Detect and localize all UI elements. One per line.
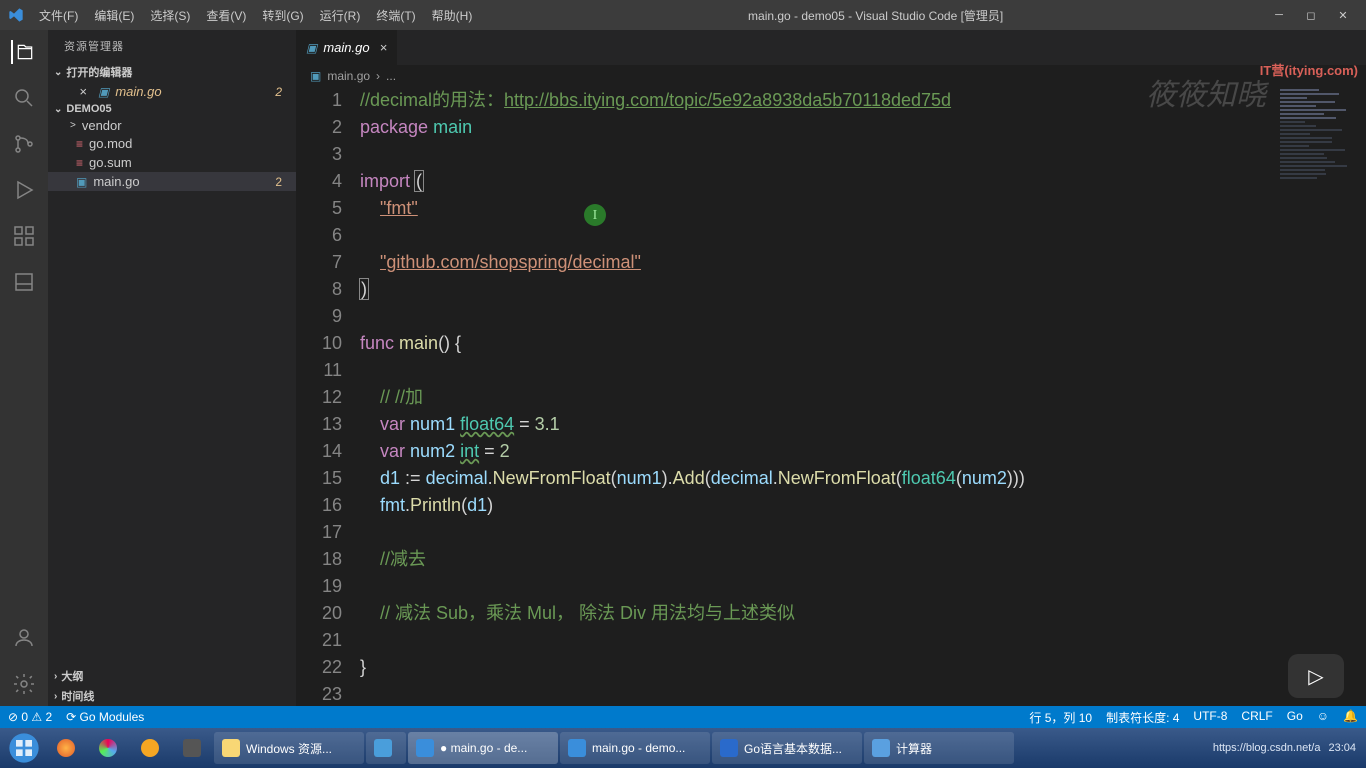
status-item[interactable]: 制表符长度: 4 bbox=[1106, 709, 1179, 726]
file-item[interactable]: ▣main.go2 bbox=[48, 172, 296, 191]
breadcrumb[interactable]: ▣ main.go › ... bbox=[296, 65, 1366, 87]
editor-area: ▣ main.go × ▣ main.go › ... 123456789101… bbox=[296, 30, 1366, 706]
status-item[interactable]: ⟳ Go Modules bbox=[66, 710, 144, 724]
taskbar-app[interactable]: main.go - demo... bbox=[560, 732, 710, 764]
source-control-icon[interactable] bbox=[12, 132, 36, 156]
folder-item[interactable]: >vendor bbox=[48, 117, 296, 134]
bilibili-play-icon[interactable] bbox=[1288, 654, 1344, 698]
menu-bar: 文件(F)编辑(E)选择(S)查看(V)转到(G)运行(R)终端(T)帮助(H) bbox=[32, 3, 479, 28]
minimize-button[interactable]: ─ bbox=[1272, 9, 1286, 22]
taskbar-app-icon[interactable] bbox=[172, 732, 212, 764]
menu-item[interactable]: 帮助(H) bbox=[425, 3, 480, 28]
taskbar-app[interactable] bbox=[366, 732, 406, 764]
start-button[interactable] bbox=[4, 732, 44, 764]
code-editor[interactable]: 1234567891011121314151617181920212223 //… bbox=[296, 87, 1366, 706]
app-icon bbox=[872, 739, 890, 757]
menu-item[interactable]: 文件(F) bbox=[32, 3, 85, 28]
vscode-logo-icon bbox=[8, 7, 24, 23]
close-button[interactable]: ✕ bbox=[1336, 9, 1350, 22]
file-icon: ≡ bbox=[76, 137, 83, 151]
status-bar: ⊘ 0 ⚠ 2 ⟳ Go Modules 行 5，列 10 制表符长度: 4 UTF-… bbox=[0, 706, 1366, 728]
menu-item[interactable]: 转到(G) bbox=[255, 3, 310, 28]
menu-item[interactable]: 查看(V) bbox=[199, 3, 253, 28]
project-header[interactable]: ⌄DEMO05 bbox=[48, 101, 296, 117]
status-item[interactable]: 🔔 bbox=[1343, 709, 1358, 726]
menu-item[interactable]: 选择(S) bbox=[143, 3, 197, 28]
windows-taskbar: Windows 资源... ● main.go - de...main.go - … bbox=[0, 728, 1366, 768]
window-title: main.go - demo05 - Visual Studio Code [管… bbox=[479, 7, 1272, 24]
go-file-icon: ▣ bbox=[306, 41, 317, 55]
menu-item[interactable]: 终端(T) bbox=[369, 3, 422, 28]
tab-label: main.go bbox=[323, 40, 369, 55]
taskbar-app[interactable]: Windows 资源... bbox=[214, 732, 364, 764]
run-debug-icon[interactable] bbox=[12, 178, 36, 202]
settings-gear-icon[interactable] bbox=[12, 672, 36, 696]
open-editors-header[interactable]: ⌄打开的编辑器 bbox=[48, 62, 296, 82]
sidebar-title: 资源管理器 bbox=[48, 30, 296, 62]
titlebar: 文件(F)编辑(E)选择(S)查看(V)转到(G)运行(R)终端(T)帮助(H)… bbox=[0, 0, 1366, 30]
outline-header[interactable]: ›大纲 bbox=[48, 666, 296, 686]
status-item[interactable]: 行 5，列 10 bbox=[1029, 709, 1092, 726]
taskbar-app[interactable]: 计算器 bbox=[864, 732, 1014, 764]
text-cursor-icon: I bbox=[584, 204, 606, 226]
app-icon bbox=[568, 739, 586, 757]
maximize-button[interactable]: ◻ bbox=[1304, 9, 1318, 22]
tab-close-icon[interactable]: × bbox=[380, 40, 388, 55]
timeline-header[interactable]: ›时间线 bbox=[48, 686, 296, 706]
go-file-icon: ▣ bbox=[98, 85, 109, 99]
extensions-icon[interactable] bbox=[12, 224, 36, 248]
line-gutter: 1234567891011121314151617181920212223 bbox=[296, 87, 360, 706]
file-icon: ≡ bbox=[76, 156, 83, 170]
system-tray[interactable]: https://blog.csdn.net/a 23:04 bbox=[1213, 742, 1362, 754]
status-item[interactable]: ⊘ 0 ⚠ 2 bbox=[8, 710, 52, 724]
app-icon bbox=[222, 739, 240, 757]
taskbar-app-icon[interactable] bbox=[88, 732, 128, 764]
taskbar-app-icon[interactable] bbox=[130, 732, 170, 764]
explorer-icon[interactable] bbox=[11, 40, 35, 64]
status-item[interactable]: Go bbox=[1287, 709, 1303, 726]
minimap[interactable] bbox=[1276, 87, 1366, 706]
status-item[interactable]: UTF-8 bbox=[1193, 709, 1227, 726]
menu-item[interactable]: 运行(R) bbox=[313, 3, 368, 28]
editor-tabs: ▣ main.go × bbox=[296, 30, 1366, 65]
file-icon: ▣ bbox=[76, 175, 87, 189]
close-icon[interactable]: × bbox=[76, 84, 90, 99]
panel-icon[interactable] bbox=[12, 270, 36, 294]
app-icon bbox=[720, 739, 738, 757]
status-item[interactable]: CRLF bbox=[1241, 709, 1272, 726]
taskbar-app[interactable]: ● main.go - de... bbox=[408, 732, 558, 764]
taskbar-app[interactable]: Go语言基本数据... bbox=[712, 732, 862, 764]
taskbar-firefox-icon[interactable] bbox=[46, 732, 86, 764]
app-icon bbox=[374, 739, 392, 757]
accounts-icon[interactable] bbox=[12, 626, 36, 650]
go-file-icon: ▣ bbox=[310, 69, 321, 83]
menu-item[interactable]: 编辑(E) bbox=[87, 3, 141, 28]
explorer-sidebar: 资源管理器 ⌄打开的编辑器 × ▣main.go2 ⌄DEMO05 >vendor… bbox=[48, 30, 296, 706]
file-item[interactable]: ≡go.sum bbox=[48, 153, 296, 172]
window-controls: ─ ◻ ✕ bbox=[1272, 9, 1358, 22]
activity-bar bbox=[0, 30, 48, 706]
code-content[interactable]: //decimal的用法：http://bbs.itying.com/topic… bbox=[360, 87, 1366, 706]
open-editor-item[interactable]: ×▣main.go2 bbox=[48, 82, 296, 101]
app-icon bbox=[416, 739, 434, 757]
search-icon[interactable] bbox=[12, 86, 36, 110]
file-item[interactable]: ≡go.mod bbox=[48, 134, 296, 153]
tab-main-go[interactable]: ▣ main.go × bbox=[296, 30, 398, 65]
status-item[interactable]: ☺ bbox=[1317, 709, 1329, 726]
